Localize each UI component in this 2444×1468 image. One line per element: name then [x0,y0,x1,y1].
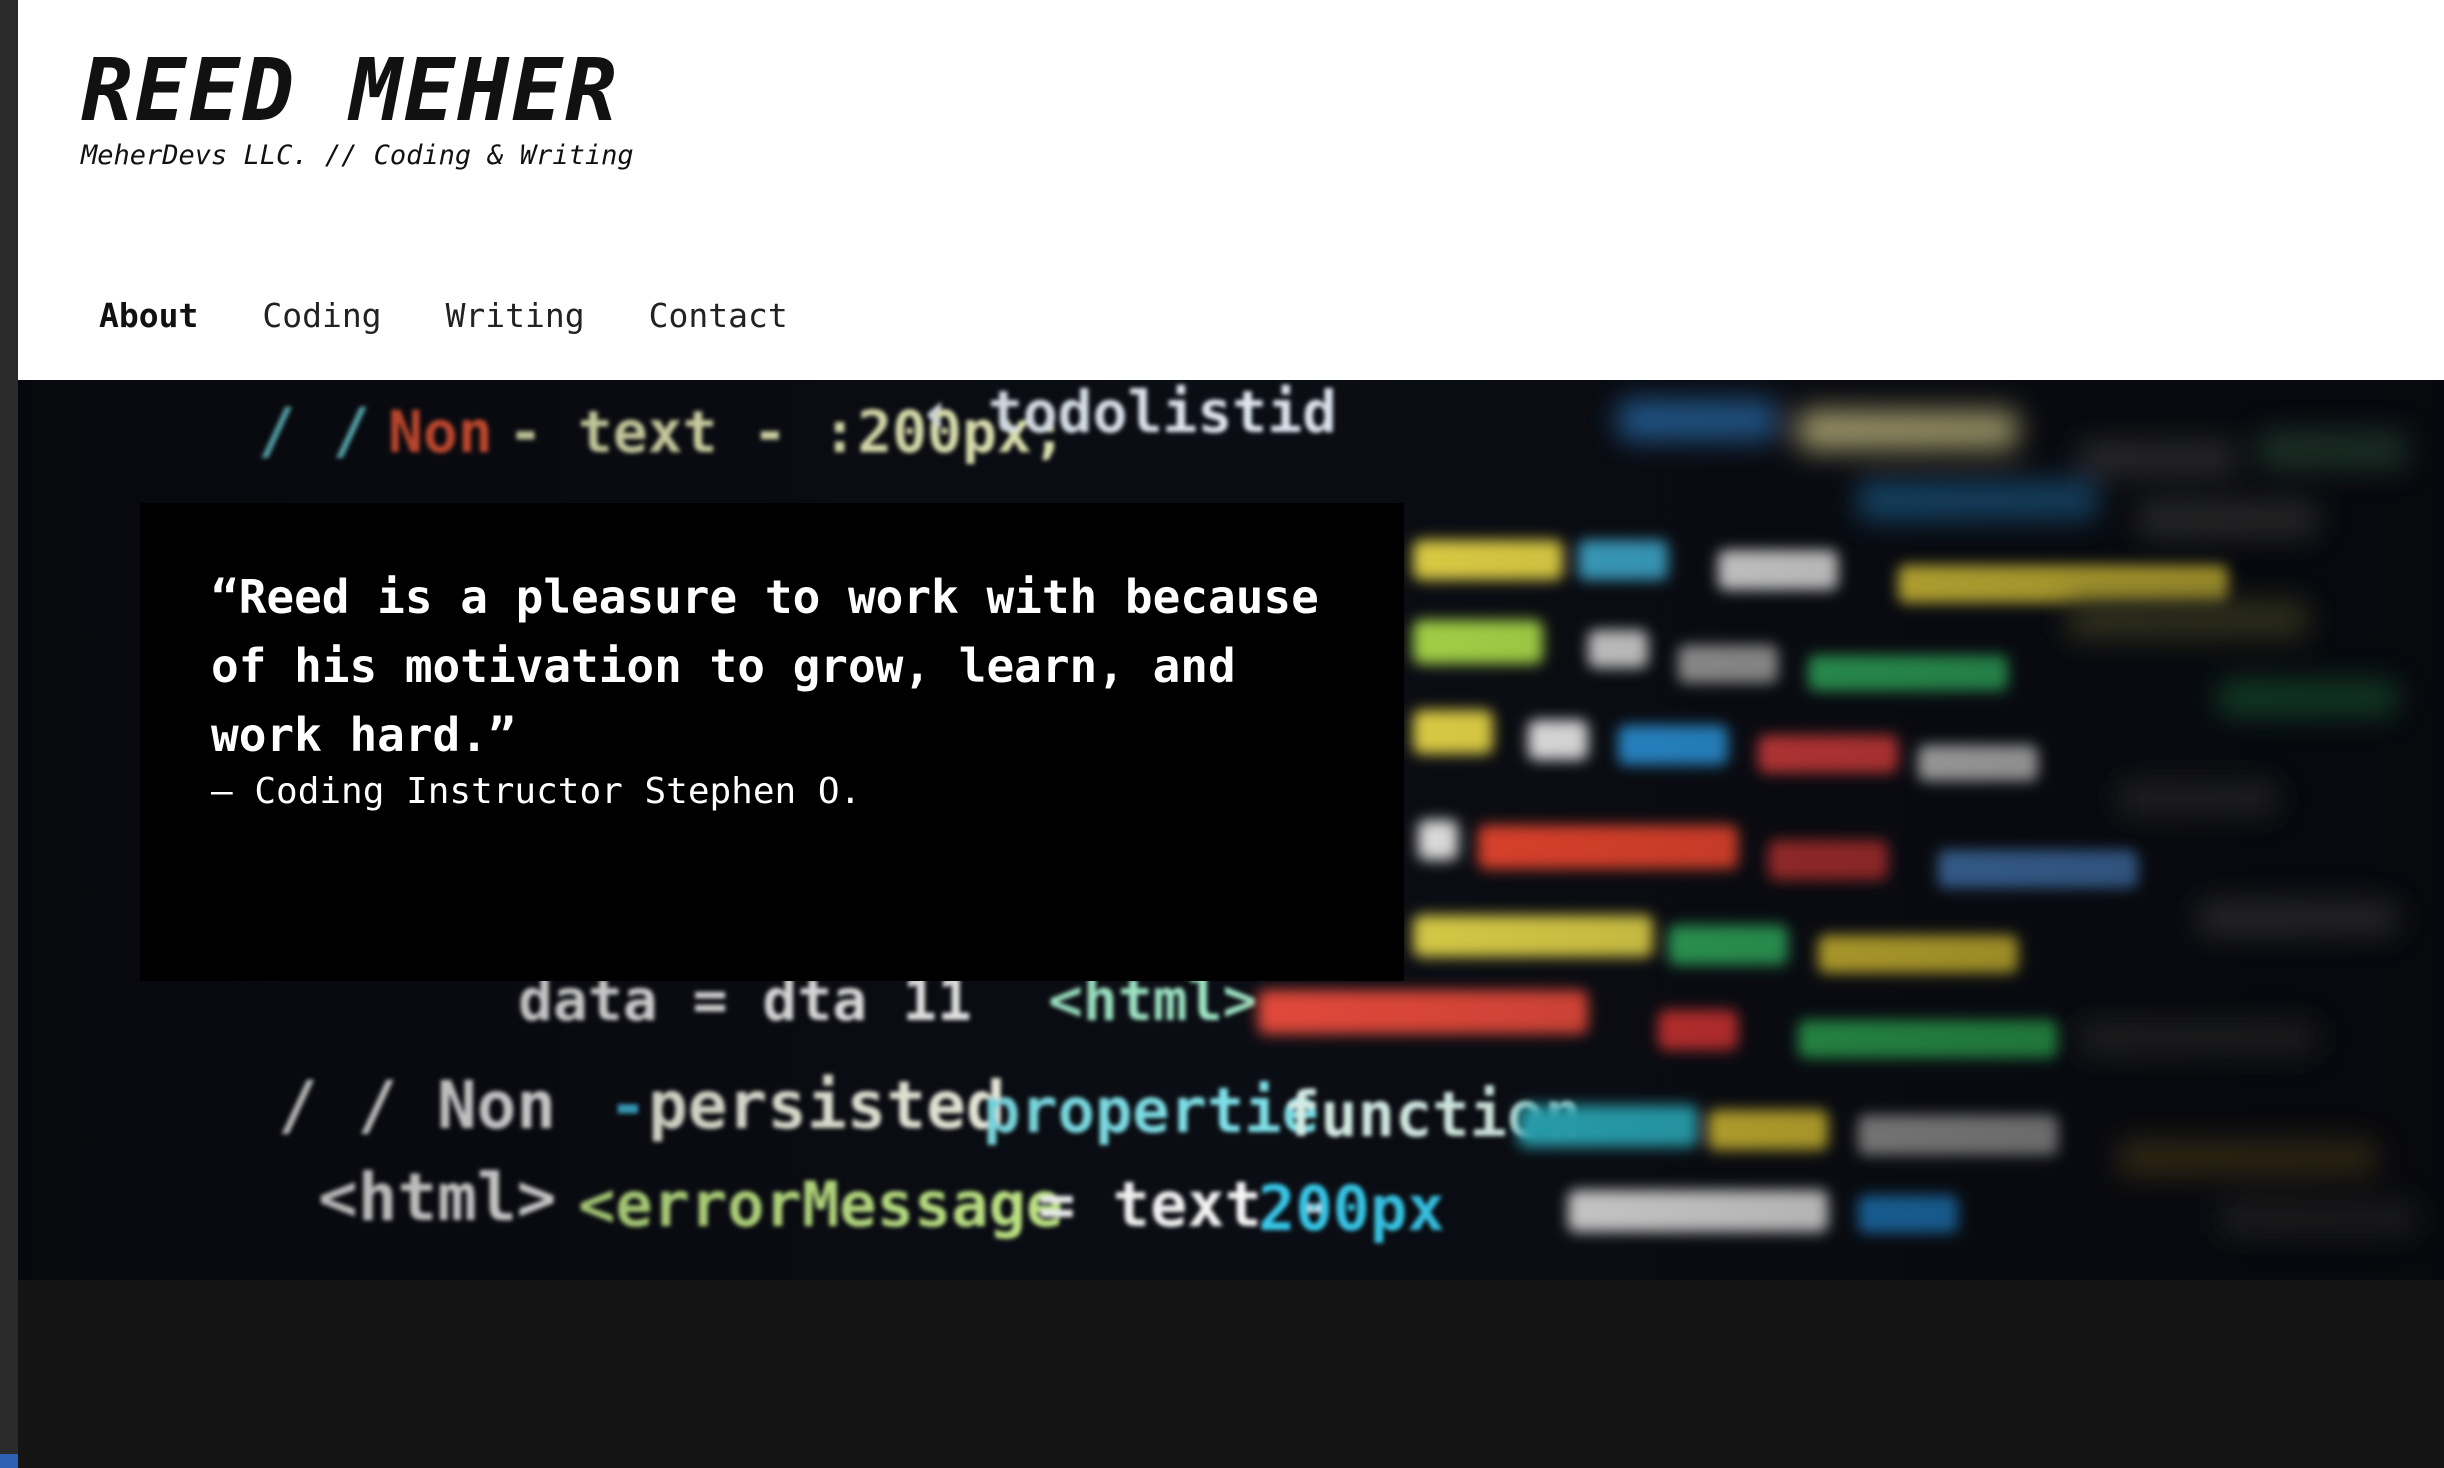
nav-item-coding[interactable]: Coding [262,296,381,335]
nav-item-contact[interactable]: Contact [649,296,788,335]
site-header: REED MEHER MeherDevs LLC. // Coding & Wr… [18,0,2444,380]
nav-item-about[interactable]: About [99,296,198,335]
site-tagline: MeherDevs LLC. // Coding & Writing [81,140,634,171]
website: REED MEHER MeherDevs LLC. // Coding & Wr… [18,0,2444,1468]
testimonial-card: “Reed is a pleasure to work with because… [140,503,1404,981]
page-footer-area [18,1280,2444,1468]
nav-item-writing[interactable]: Writing [446,296,585,335]
testimonial-quote: “Reed is a pleasure to work with because… [211,570,1319,762]
testimonial-author: – Coding Instructor Stephen O. [211,771,862,812]
site-title[interactable]: REED MEHER [81,48,619,134]
hero-banner: / / Non - text - :200px; ‹ todolistid da… [18,380,2444,1280]
window-edge-accent [0,1454,18,1468]
window-edge [0,0,18,1468]
main-nav: About Coding Writing Contact [99,296,788,335]
